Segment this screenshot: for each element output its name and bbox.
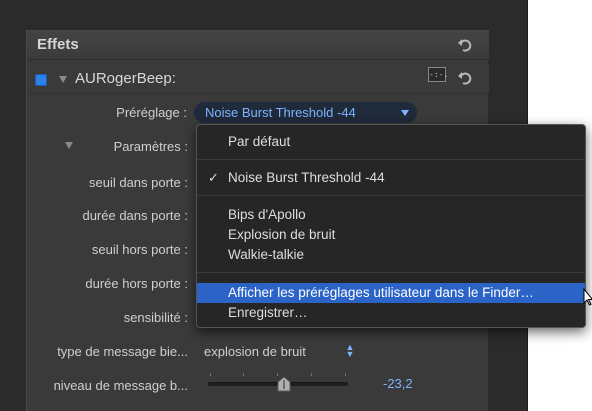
checkmark-icon: ✓ [208,170,219,185]
param-label-beep-type: type de message bie... [57,344,188,359]
slider-tick [243,373,244,376]
param-label-gate-in-threshold: seuil dans porte : [88,175,188,190]
up-down-arrows-icon[interactable]: ▲ ▼ [345,343,355,359]
menu-item-apollo[interactable]: Bips d'Apollo [197,205,585,225]
slider-tick [311,373,312,376]
effects-header: Effets [27,30,489,60]
menu-item-noise-burst-label: Noise Burst Threshold -44 [228,170,385,185]
plugin-enable-checkbox[interactable] [35,74,47,86]
menu-item-show-in-finder[interactable]: Afficher les préréglages utilisateur dan… [197,283,585,303]
menu-item-walkie-talkie[interactable]: Walkie-talkie [197,245,585,265]
reset-icon[interactable] [457,37,473,53]
preset-label: Préréglage : [116,105,187,120]
slider-thumb[interactable] [277,376,291,392]
slider-tick [345,373,346,376]
plugin-row: AURogerBeep: [27,64,489,94]
plugin-reset-icon[interactable] [457,70,473,86]
menu-item-noise-burst[interactable]: ✓ Noise Burst Threshold -44 [197,168,585,188]
param-label-gate-out-duration: durée hors porte : [85,276,188,291]
param-label-gate-in-duration: durée dans porte : [82,208,188,223]
disclosure-triangle-icon[interactable] [59,76,67,83]
menu-divider [197,272,585,273]
plugin-window-icon[interactable]: -:-. [428,67,448,82]
menu-divider [197,159,585,160]
parameters-label: Paramètres : [113,139,188,154]
param-label-sensitivity: sensibilité : [123,310,188,325]
slider-tick [210,373,211,376]
menu-divider [197,195,585,196]
menu-item-explosion[interactable]: Explosion de bruit [197,225,585,245]
effects-title: Effets [37,36,79,53]
preset-menu: Par défaut ✓ Noise Burst Threshold -44 B… [196,124,586,328]
menu-item-save[interactable]: Enregistrer… [197,303,585,323]
menu-item-default[interactable]: Par défaut [197,132,585,152]
param-label-beep-level: niveau de message b... [53,378,188,393]
plugin-name: AURogerBeep: [75,70,176,87]
beep-type-popup[interactable]: explosion de bruit [204,344,306,359]
chevron-down-icon [401,110,409,116]
mouse-cursor-icon [583,287,592,306]
param-label-gate-out-threshold: seuil hors porte : [91,242,188,257]
preset-popup-value: Noise Burst Threshold -44 [205,105,356,120]
beep-level-value[interactable]: -23,2 [383,376,413,391]
